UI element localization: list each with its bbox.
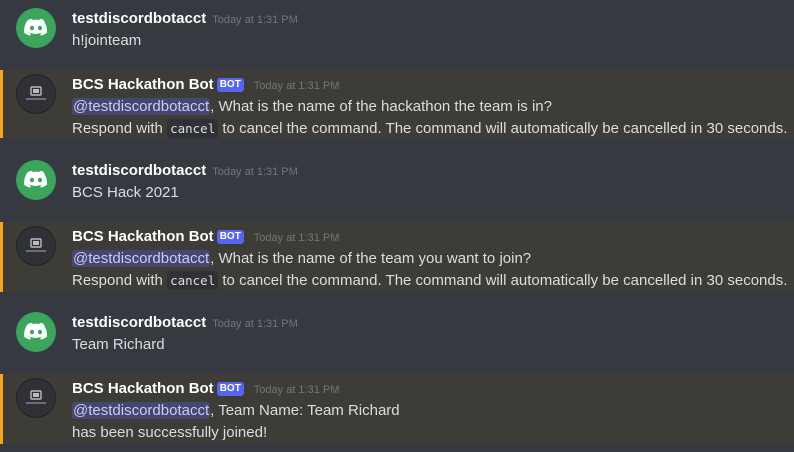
message-user: testdiscordbotacct Today at 1:31 PM h!joi…	[0, 8, 794, 54]
message-text: Team Richard	[72, 336, 165, 353]
bot-avatar[interactable]	[16, 226, 56, 266]
message-line-2: Respond with cancel to cancel the comman…	[72, 270, 794, 292]
message-user: testdiscordbotacct Today at 1:31 PM BCS H…	[0, 160, 794, 206]
message-timestamp: Today at 1:31 PM	[212, 166, 298, 178]
bot-avatar-icon	[26, 390, 46, 404]
message-timestamp: Today at 1:31 PM	[212, 14, 298, 26]
message-text: , What is the name of the hackathon the …	[210, 98, 552, 115]
message-text: Respond with	[72, 272, 168, 289]
user-avatar[interactable]	[16, 312, 56, 352]
message-text: BCS Hack 2021	[72, 184, 179, 201]
inline-code: cancel	[167, 119, 219, 138]
message-author[interactable]: testdiscordbotacct	[72, 314, 206, 331]
bot-tag-badge: BOT	[216, 78, 244, 92]
message-text: Respond with	[72, 120, 168, 137]
message-author[interactable]: BCS Hackathon Bot	[72, 76, 214, 93]
message-author[interactable]: BCS Hackathon Bot	[72, 228, 214, 245]
user-mention[interactable]: @testdiscordbotacct	[72, 250, 211, 267]
bot-avatar[interactable]	[16, 378, 56, 418]
message-user: testdiscordbotacct Today at 1:31 PM Team …	[0, 312, 794, 358]
user-avatar[interactable]	[16, 8, 56, 48]
message-bot-mention: BCS Hackathon Bot BOT Today at 1:31 PM @te…	[0, 374, 794, 444]
message-bot-mention: BCS Hackathon Bot BOT Today at 1:31 PM @te…	[0, 222, 794, 292]
user-mention[interactable]: @testdiscordbotacct	[72, 98, 211, 115]
message-text: to cancel the command. The command will …	[218, 272, 788, 289]
message-line-1: @testdiscordbotacct, What is the name of…	[72, 96, 794, 118]
message-line-1: @testdiscordbotacct, What is the name of…	[72, 248, 794, 270]
message-timestamp: Today at 1:31 PM	[253, 80, 340, 92]
message-text: h!jointeam	[72, 32, 142, 49]
bot-avatar-icon	[26, 86, 46, 100]
user-mention[interactable]: @testdiscordbotacct	[72, 402, 211, 419]
message-timestamp: Today at 1:31 PM	[253, 384, 340, 396]
message-line-2: has been successfully joined!	[72, 424, 268, 441]
message-line-1: @testdiscordbotacct, Team Name: Team Ric…	[72, 400, 794, 422]
user-avatar[interactable]	[16, 160, 56, 200]
message-timestamp: Today at 1:31 PM	[253, 232, 340, 244]
message-text: , What is the name of the team you want …	[210, 250, 532, 267]
bot-tag-badge: BOT	[216, 230, 244, 244]
bot-avatar-icon	[26, 238, 46, 252]
message-author[interactable]: BCS Hackathon Bot	[72, 380, 214, 397]
message-author[interactable]: testdiscordbotacct	[72, 10, 206, 27]
bot-tag-badge: BOT	[216, 382, 244, 396]
discord-logo-icon	[24, 170, 47, 188]
discord-logo-icon	[24, 18, 47, 36]
discord-logo-icon	[24, 322, 47, 340]
message-text: , Team Name: Team Richard	[210, 402, 400, 419]
inline-code: cancel	[167, 271, 219, 290]
bot-avatar[interactable]	[16, 74, 56, 114]
message-bot-mention: BCS Hackathon Bot BOT Today at 1:31 PM @te…	[0, 70, 794, 138]
message-author[interactable]: testdiscordbotacct	[72, 162, 206, 179]
message-timestamp: Today at 1:31 PM	[212, 318, 298, 330]
message-text: to cancel the command. The command will …	[218, 120, 788, 137]
chat-message-list: testdiscordbotacct Today at 1:31 PM h!joi…	[0, 0, 794, 452]
message-line-2: Respond with cancel to cancel the comman…	[72, 118, 794, 140]
